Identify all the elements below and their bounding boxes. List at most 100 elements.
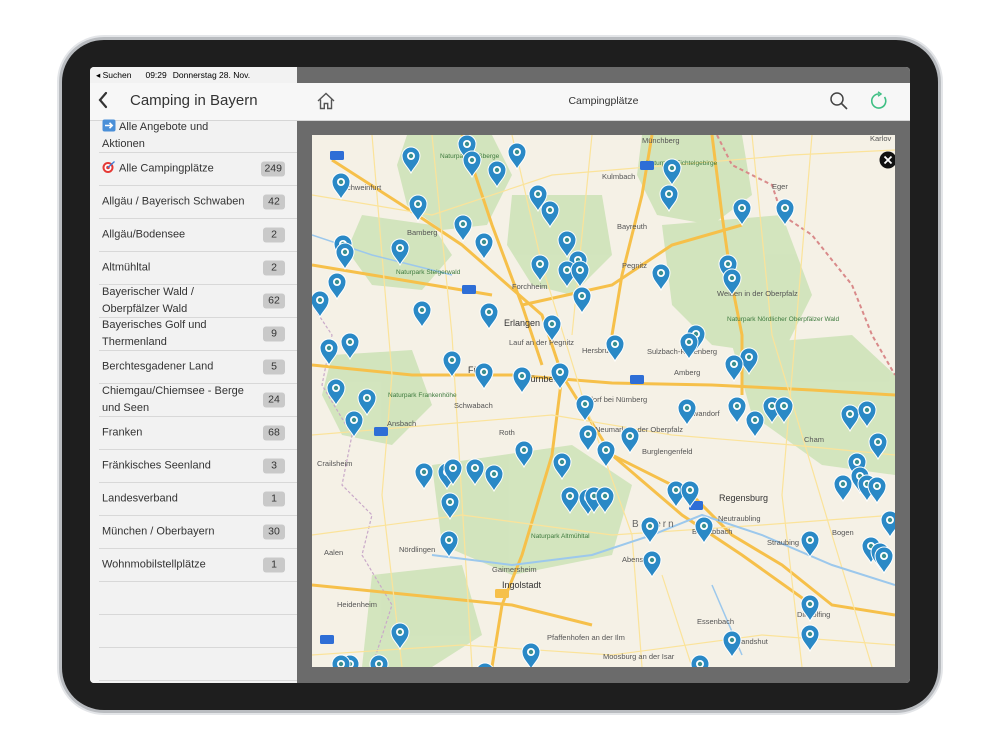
camping-pin-icon[interactable] xyxy=(690,654,710,667)
map-label: Ansbach xyxy=(387,419,416,428)
list-item-label: Bayerischer Wald / Oberpfälzer Wald xyxy=(102,284,247,318)
camping-pin-icon[interactable] xyxy=(312,290,330,319)
camping-pin-icon[interactable] xyxy=(550,362,570,391)
refresh-icon[interactable] xyxy=(869,91,889,116)
camping-pin-icon[interactable] xyxy=(578,424,598,453)
list-item[interactable]: München / Oberbayern 30 xyxy=(99,516,297,549)
camping-pin-icon[interactable] xyxy=(327,272,347,301)
list-item-text: Chiemgau/Chiemsee - Berge und Seen xyxy=(102,385,244,414)
camping-pin-icon[interactable] xyxy=(474,362,494,391)
sidebar-title: Camping in Bayern xyxy=(130,92,258,109)
camping-pin-icon[interactable] xyxy=(677,398,697,427)
map-label: Naturpark Frankenhöhe xyxy=(388,392,457,399)
camping-pin-icon[interactable] xyxy=(642,550,662,579)
list-item[interactable]: Alle Angebote und Aktionen xyxy=(99,119,297,153)
sidebar-header: Camping in Bayern xyxy=(90,83,297,121)
map-label: Regensburg xyxy=(719,493,768,503)
search-icon[interactable] xyxy=(829,91,849,116)
empty-row xyxy=(99,582,297,615)
list-item[interactable]: Wohnmobilstellplätze 1 xyxy=(99,549,297,582)
list-item-text: Bayerisches Golf und Thermenland xyxy=(102,319,207,348)
list-item[interactable]: Berchtesgadener Land 5 xyxy=(99,351,297,384)
camping-pin-icon[interactable] xyxy=(521,642,541,667)
list-item[interactable]: Landesverband 1 xyxy=(99,483,297,516)
map-label: Bayreuth xyxy=(617,222,647,231)
camping-pin-icon[interactable] xyxy=(474,232,494,261)
camping-pin-icon[interactable] xyxy=(867,476,887,505)
camping-pin-icon[interactable] xyxy=(874,546,894,575)
map-label: Kulmbach xyxy=(602,172,635,181)
status-time: 09:29 xyxy=(145,70,167,80)
list-item[interactable]: Fränkisches Seenland 3 xyxy=(99,450,297,483)
camping-pin-icon[interactable] xyxy=(640,516,660,545)
list-item[interactable]: Franken 68 xyxy=(99,417,297,450)
camping-pin-icon[interactable] xyxy=(651,263,671,292)
list-item[interactable]: Alle Campingplätze 249 xyxy=(99,153,297,186)
map-view[interactable]: Münchberg Kulmbach Schweinfurt Bamberg B… xyxy=(312,135,895,667)
camping-pin-icon[interactable] xyxy=(572,286,592,315)
camping-pin-icon[interactable] xyxy=(453,214,473,243)
map-label: Roth xyxy=(499,428,515,437)
camping-pin-icon[interactable] xyxy=(880,510,895,539)
map-label: Münchberg xyxy=(642,136,680,145)
camping-pin-icon[interactable] xyxy=(414,462,434,491)
count-badge: 9 xyxy=(263,326,285,342)
camping-pin-icon[interactable] xyxy=(833,474,853,503)
map-label: Essenbach xyxy=(697,617,734,626)
camping-pin-icon[interactable] xyxy=(727,396,747,425)
main-header: Campingplätze xyxy=(297,83,910,121)
back-to-app[interactable]: ◂ Suchen xyxy=(96,70,131,81)
camping-pin-icon[interactable] xyxy=(596,440,616,469)
list-item[interactable]: Altmühltal 2 xyxy=(99,252,297,285)
camping-pin-icon[interactable] xyxy=(605,334,625,363)
map-label: Schwabach xyxy=(454,401,493,410)
count-badge: 249 xyxy=(261,161,285,177)
camping-pin-icon[interactable] xyxy=(694,516,714,545)
list-item-label: Allgäu / Bayerisch Schwaben xyxy=(102,194,247,211)
list-item[interactable]: Allgäu/Bodensee 2 xyxy=(99,219,297,252)
camping-pin-icon[interactable] xyxy=(439,530,459,559)
camping-pin-icon[interactable] xyxy=(412,300,432,329)
camping-pin-icon[interactable] xyxy=(745,410,765,439)
back-chevron-icon[interactable] xyxy=(96,90,110,115)
count-badge: 5 xyxy=(263,359,285,375)
list-item-text: Alle Angebote und Aktionen xyxy=(102,121,209,150)
motorway-shield xyxy=(630,375,644,384)
camping-pin-icon[interactable] xyxy=(512,366,532,395)
camping-pin-icon[interactable] xyxy=(331,172,351,201)
map-label: Naturpark Fichtelgebirge xyxy=(646,160,718,167)
list-item-text: Wohnmobilstellplätze xyxy=(102,558,206,571)
count-badge: 1 xyxy=(263,557,285,573)
count-badge: 24 xyxy=(263,392,285,408)
naturpark-augsburg-area xyxy=(362,565,482,667)
list-item-text: Landesverband xyxy=(102,492,178,505)
camping-pin-icon[interactable] xyxy=(620,426,640,455)
map-label: Erlangen xyxy=(504,318,540,328)
list-item-text: München / Oberbayern xyxy=(102,525,215,538)
camping-pin-icon[interactable] xyxy=(722,630,742,659)
map-label: Naturpark Nördlicher Oberpfälzer Wald xyxy=(727,316,839,323)
camping-pin-icon[interactable] xyxy=(335,242,355,271)
list-item[interactable]: Bayerischer Wald / Oberpfälzer Wald 62 xyxy=(99,285,297,318)
map-label: Crailsheim xyxy=(317,459,352,468)
camping-pin-icon[interactable] xyxy=(479,302,499,331)
camping-pin-icon[interactable] xyxy=(442,350,462,379)
motorway-shield xyxy=(462,285,476,294)
list-item[interactable]: Bayerisches Golf und Thermenland 9 xyxy=(99,318,297,351)
list-item-label: Fränkisches Seenland xyxy=(102,458,247,475)
camping-pin-icon[interactable] xyxy=(724,354,744,383)
list-item-text: Fränkisches Seenland xyxy=(102,459,211,472)
camping-pin-icon[interactable] xyxy=(800,624,820,653)
motorway-shield xyxy=(320,635,334,644)
camping-pin-icon[interactable] xyxy=(575,394,595,423)
list-item[interactable]: Allgäu / Bayerisch Schwaben 42 xyxy=(99,186,297,219)
motorway-shield xyxy=(640,161,654,170)
map-label: Gaimersheim xyxy=(492,565,537,574)
map-label: Straubing xyxy=(767,538,799,547)
list-item-label: Chiemgau/Chiemsee - Berge und Seen xyxy=(102,383,247,417)
list-item[interactable]: Chiemgau/Chiemsee - Berge und Seen 24 xyxy=(99,384,297,417)
motorway-shield xyxy=(374,427,388,436)
list-item-label: Allgäu/Bodensee xyxy=(102,227,247,244)
main-panel: Campingplätze Münchberg Kulmbach Schwein… xyxy=(297,67,910,683)
camping-pin-icon[interactable] xyxy=(507,142,527,171)
